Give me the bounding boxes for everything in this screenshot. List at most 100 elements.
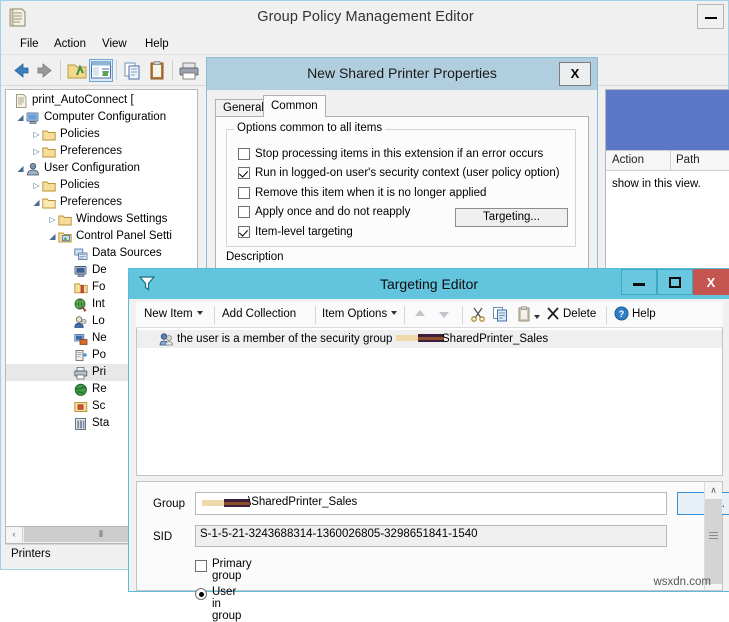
tree-item-label: Sc <box>92 398 105 415</box>
tree-twisty-collapsed-icon[interactable]: ▷ <box>31 143 42 160</box>
column-divider[interactable] <box>670 151 671 171</box>
form-vertical-scrollbar[interactable]: ∧ <box>704 482 722 590</box>
tree-twisty-collapsed-icon[interactable]: ▷ <box>31 126 42 143</box>
menu-view[interactable]: View <box>97 37 132 51</box>
folder-open-icon <box>42 196 56 210</box>
security-group-icon <box>159 332 173 346</box>
selected-item-highlight <box>606 90 729 150</box>
checkbox-stop-processing[interactable] <box>238 148 250 160</box>
targeting-editor-close-button[interactable]: X <box>693 269 729 295</box>
radio-user-in-group[interactable] <box>195 588 207 600</box>
tree-item-data-sources[interactable]: Data Sources <box>6 245 197 262</box>
menu-action[interactable]: Action <box>49 37 91 51</box>
paste-button[interactable] <box>145 59 169 82</box>
local-users-icon <box>74 315 88 329</box>
scroll-thumb[interactable] <box>705 499 722 584</box>
copy-button[interactable] <box>121 59 145 82</box>
help-circle-icon[interactable]: ? <box>614 306 629 326</box>
targeting-editor-minimize-button[interactable] <box>621 269 657 295</box>
tree-item-label: De <box>92 262 107 279</box>
tree-item-policies[interactable]: ▷Policies <box>6 177 197 194</box>
tree-item-label: Re <box>92 381 107 398</box>
page-title: Group Policy Management Editor <box>1 9 729 25</box>
tree-item-print-autoconnect[interactable]: print_AutoConnect [ <box>6 92 197 109</box>
checkbox-item-level-targeting[interactable] <box>238 226 250 238</box>
copy-button[interactable] <box>492 306 509 326</box>
print-button[interactable] <box>177 59 201 82</box>
cut-button[interactable] <box>470 306 486 326</box>
power-options-icon <box>74 349 88 363</box>
chevron-down-icon <box>534 315 540 319</box>
tree-item-user-configuration[interactable]: ◢User Configuration <box>6 160 197 177</box>
tab-common[interactable]: Common <box>263 95 326 117</box>
column-header-action[interactable]: Action <box>612 154 644 166</box>
move-down-button[interactable] <box>436 307 452 327</box>
regional-options-icon <box>74 383 88 397</box>
tree-item-label: Windows Settings <box>76 211 167 228</box>
new-shared-printer-properties-dialog: New Shared Printer Properties X General … <box>206 57 598 274</box>
checkbox-label: Remove this item when it is no longer ap… <box>255 185 486 201</box>
scroll-left-button[interactable]: ‹ <box>6 527 23 542</box>
redaction-strip-accent <box>224 502 250 505</box>
back-button[interactable] <box>9 59 33 82</box>
checkbox-label: Apply once and do not reapply <box>255 204 410 220</box>
move-up-button[interactable] <box>412 307 428 327</box>
minimize-icon <box>705 17 717 19</box>
list-item-condition-text: the user is a member of the security gro… <box>177 330 392 348</box>
show-hide-tree-button[interactable] <box>89 59 113 82</box>
minimize-button[interactable] <box>697 4 724 29</box>
column-header-path[interactable]: Path <box>676 154 700 166</box>
paste-button[interactable] <box>516 306 532 326</box>
tree-twisty-expanded-icon[interactable]: ◢ <box>47 228 58 245</box>
list-empty-message: show in this view. <box>612 178 701 190</box>
menu-file[interactable]: File <box>15 37 44 51</box>
item-options-button[interactable]: Item Options <box>322 305 397 325</box>
sid-input[interactable]: S-1-5-21-3243688314-1360026805-329865184… <box>195 525 667 547</box>
checkbox-primary-group[interactable] <box>195 560 207 572</box>
toolbar-divider-1 <box>60 60 61 80</box>
folder-icon <box>42 128 56 142</box>
forward-button[interactable] <box>33 59 57 82</box>
folder-icon <box>42 145 56 159</box>
targeting-button[interactable]: Targeting... <box>455 208 568 227</box>
main-window-titlebar: Group Policy Management Editor <box>1 1 728 34</box>
scroll-up-button[interactable]: ∧ <box>705 482 722 499</box>
list-column-headers: Action Path <box>606 150 729 171</box>
up-one-level-button[interactable] <box>65 59 89 82</box>
tree-item-computer-configuration[interactable]: ◢Computer Configuration <box>6 109 197 126</box>
redaction-strip-accent <box>418 337 444 340</box>
close-button[interactable]: X <box>559 62 591 86</box>
tree-item-policies[interactable]: ▷Policies <box>6 126 197 143</box>
tree-item-control-panel-setti[interactable]: ◢Control Panel Setti <box>6 228 197 245</box>
checkbox-apply-once[interactable] <box>238 206 250 218</box>
targeting-editor-maximize-button[interactable] <box>657 269 693 295</box>
tree-twisty-collapsed-icon[interactable]: ▷ <box>47 211 58 228</box>
list-item[interactable]: the user is a member of the security gro… <box>137 330 722 348</box>
delete-icon-glyph[interactable] <box>546 306 560 326</box>
menu-help[interactable]: Help <box>140 37 174 51</box>
group-input[interactable]: \SharedPrinter_Sales <box>195 492 667 515</box>
status-bar-text: Printers <box>11 548 51 560</box>
new-item-button[interactable]: New Item <box>144 305 203 325</box>
checkbox-remove-when-not-applied[interactable] <box>238 187 250 199</box>
tree-item-preferences[interactable]: ◢Preferences <box>6 194 197 211</box>
tree-twisty-expanded-icon[interactable]: ◢ <box>15 109 26 126</box>
targeting-items-list[interactable]: the user is a member of the security gro… <box>136 328 723 476</box>
tree-twisty-collapsed-icon[interactable]: ▷ <box>31 177 42 194</box>
add-collection-button[interactable]: Add Collection <box>222 305 296 325</box>
tree-item-label: Data Sources <box>92 245 162 262</box>
paste-dropdown-button[interactable] <box>534 308 540 328</box>
help-button[interactable]: Help <box>632 305 656 325</box>
tree-twisty-expanded-icon[interactable]: ◢ <box>31 194 42 211</box>
item-options-label: Item Options <box>322 308 387 320</box>
scroll-thumb-grip <box>709 532 718 539</box>
svg-text:?: ? <box>619 309 625 319</box>
devices-icon <box>74 264 88 278</box>
tree-item-windows-settings[interactable]: ▷ Windows Settings <box>6 211 197 228</box>
delete-button[interactable]: Delete <box>563 305 596 325</box>
tree-twisty-expanded-icon[interactable]: ◢ <box>15 160 26 177</box>
tree-item-label: print_AutoConnect [ <box>32 92 134 109</box>
checkbox-run-in-user-context[interactable] <box>238 167 250 179</box>
chevron-down-icon <box>391 311 397 315</box>
tree-item-preferences[interactable]: ▷Preferences <box>6 143 197 160</box>
